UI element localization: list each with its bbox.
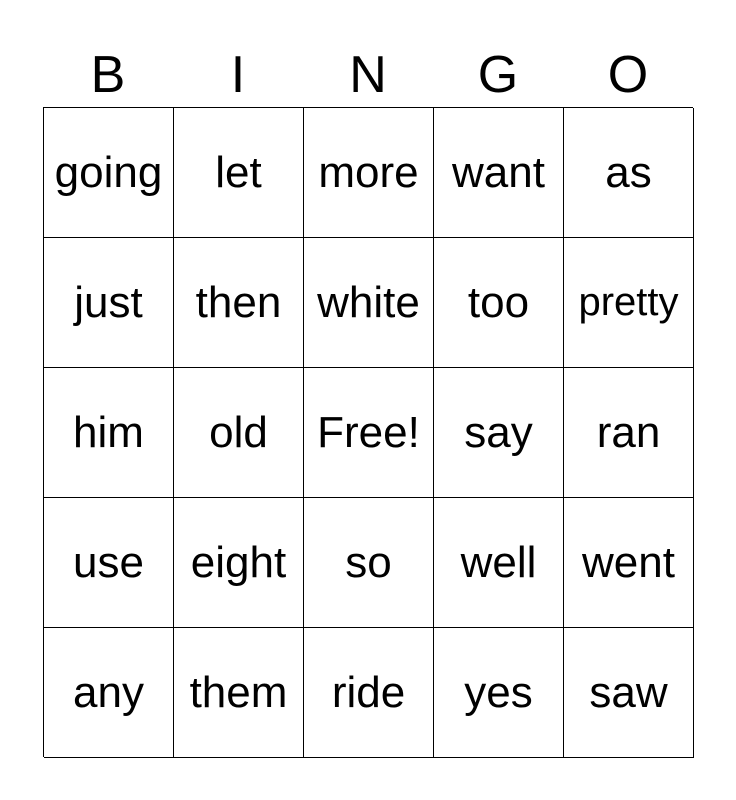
bingo-cell[interactable]: old	[174, 368, 304, 498]
bingo-cell[interactable]: ride	[304, 628, 434, 758]
bingo-cell[interactable]: them	[174, 628, 304, 758]
bingo-cell[interactable]: then	[174, 238, 304, 368]
bingo-cell[interactable]: eight	[174, 498, 304, 628]
bingo-cell[interactable]: well	[434, 498, 564, 628]
bingo-cell[interactable]: any	[44, 628, 174, 758]
bingo-cell[interactable]: say	[434, 368, 564, 498]
bingo-header: BINGO	[43, 44, 693, 106]
header-letter-o: O	[607, 46, 649, 104]
bingo-cell[interactable]: as	[564, 108, 694, 238]
header-letter-i: I	[230, 46, 246, 104]
bingo-cell[interactable]: white	[304, 238, 434, 368]
bingo-grid: going let more want as just then white too pretty…	[43, 107, 694, 758]
bingo-cell[interactable]: ran	[564, 368, 694, 498]
bingo-cell[interactable]: went	[564, 498, 694, 628]
bingo-cell[interactable]: him	[44, 368, 174, 498]
bingo-cell[interactable]: let	[174, 108, 304, 238]
header-letter-b: B	[90, 46, 126, 104]
bingo-cell[interactable]: more	[304, 108, 434, 238]
bingo-cell[interactable]: so	[304, 498, 434, 628]
bingo-cell[interactable]: just	[44, 238, 174, 368]
header-letter-g: G	[477, 46, 519, 104]
bingo-cell[interactable]: pretty	[564, 238, 694, 368]
free-space-cell[interactable]: Free!	[304, 368, 434, 498]
bingo-cell[interactable]: use	[44, 498, 174, 628]
bingo-cell[interactable]: going	[44, 108, 174, 238]
bingo-cell[interactable]: saw	[564, 628, 694, 758]
bingo-cell[interactable]: yes	[434, 628, 564, 758]
header-letter-n: N	[349, 46, 387, 104]
bingo-cell[interactable]: want	[434, 108, 564, 238]
bingo-cell[interactable]: too	[434, 238, 564, 368]
